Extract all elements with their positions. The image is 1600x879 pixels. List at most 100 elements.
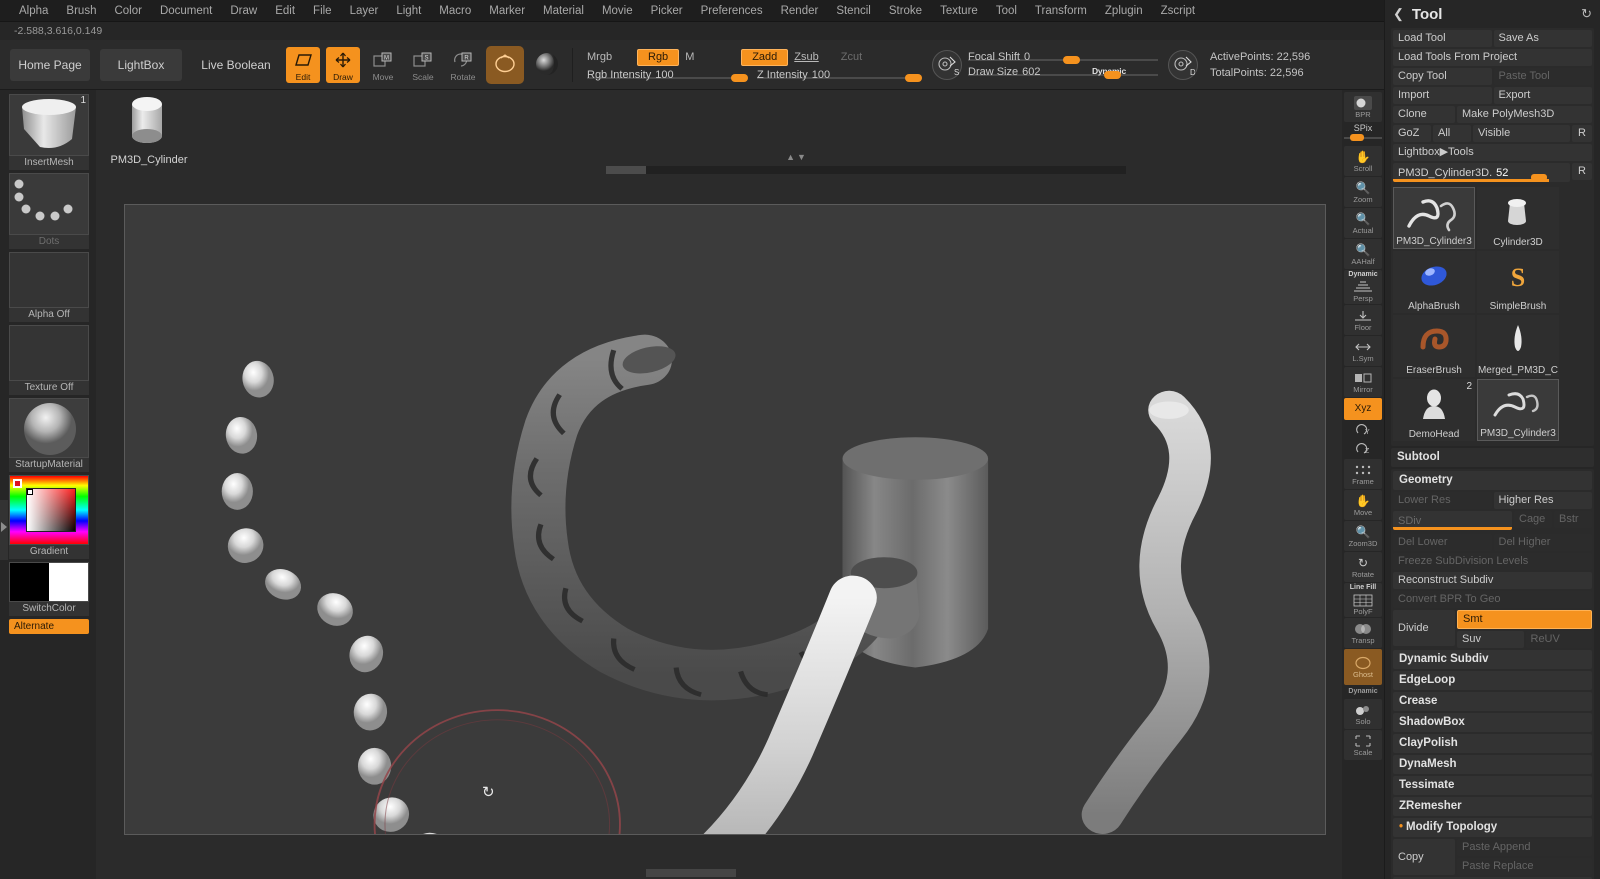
rotate-mode-button[interactable]: R Rotate: [446, 47, 480, 83]
menu-item-picker[interactable]: Picker: [642, 0, 692, 22]
menu-item-document[interactable]: Document: [151, 0, 221, 22]
tool-item-r-button[interactable]: R: [1572, 163, 1592, 180]
insertmesh-thumb[interactable]: 1: [9, 94, 89, 156]
z-intensity-slider[interactable]: Z Intensity 100: [757, 69, 922, 81]
y-axis-button[interactable]: Y: [1344, 421, 1382, 439]
alternate-button[interactable]: Alternate: [9, 619, 89, 634]
menu-item-stencil[interactable]: Stencil: [827, 0, 880, 22]
local-sym-button[interactable]: L.Sym: [1344, 336, 1382, 366]
dynamic-d-icon[interactable]: D: [1168, 50, 1198, 80]
freeze-subdivision-levels-button[interactable]: Freeze SubDivision Levels: [1393, 553, 1592, 570]
document-bottom-scroll-thumb[interactable]: [646, 869, 736, 877]
texture-thumb[interactable]: [9, 325, 89, 381]
import-button[interactable]: Import: [1393, 87, 1492, 104]
draw-size-slider[interactable]: Draw Size 602 Dynamic: [968, 66, 1158, 78]
color-sv-square[interactable]: [26, 488, 76, 532]
nav-up-icon[interactable]: ▲: [786, 152, 795, 162]
menu-item-brush[interactable]: Brush: [57, 0, 105, 22]
smt-button[interactable]: Smt: [1457, 610, 1592, 629]
tool-thumb-eraserbrush[interactable]: EraserBrush: [1393, 315, 1475, 377]
make-polymesh3d-button[interactable]: Make PolyMesh3D: [1457, 106, 1592, 123]
menu-item-zplugin[interactable]: Zplugin: [1096, 0, 1152, 22]
menu-item-marker[interactable]: Marker: [480, 0, 534, 22]
zoom3d-button[interactable]: 🔍 Zoom3D: [1344, 521, 1382, 551]
persp-button[interactable]: Dynamic Persp: [1344, 270, 1382, 304]
stroke-slot[interactable]: Dots: [9, 173, 89, 249]
focal-s-icon[interactable]: S: [932, 50, 962, 80]
lower-res-button[interactable]: Lower Res: [1393, 492, 1492, 509]
document-canvas[interactable]: ↻: [124, 204, 1326, 835]
tool-thumb-cylinder3d[interactable]: Cylinder3D: [1477, 187, 1559, 249]
reset-icon[interactable]: ↻: [1581, 6, 1592, 22]
document-top-scroll-thumb[interactable]: [606, 166, 646, 174]
switchcolor-slot[interactable]: SwitchColor: [9, 562, 89, 616]
move3d-button[interactable]: ✋ Move: [1344, 490, 1382, 520]
white-swatch[interactable]: [49, 563, 88, 601]
tool-thumb-pm3d-cylinder3-1[interactable]: PM3D_Cylinder3: [1393, 187, 1475, 249]
load-tool-button[interactable]: Load Tool: [1393, 30, 1492, 47]
solo-button[interactable]: Solo: [1344, 699, 1382, 729]
dynamesh-section[interactable]: DynaMesh: [1393, 755, 1592, 774]
goz-all-button[interactable]: All: [1433, 125, 1471, 142]
save-as-button[interactable]: Save As: [1494, 30, 1593, 47]
menu-item-light[interactable]: Light: [387, 0, 430, 22]
black-swatch[interactable]: [10, 563, 49, 601]
divide-button[interactable]: Divide: [1393, 610, 1455, 646]
tool-thumb-alphabrush[interactable]: AlphaBrush: [1393, 251, 1475, 313]
cylinder-thumb[interactable]: [116, 90, 178, 152]
aahalf-button[interactable]: 🔍 AAHalf: [1344, 239, 1382, 269]
current-brush-preview[interactable]: [486, 46, 524, 84]
rgb-button[interactable]: Rgb: [637, 49, 679, 66]
mirror-button[interactable]: Mirror: [1344, 367, 1382, 397]
rotate3d-button[interactable]: ↻ Rotate: [1344, 552, 1382, 582]
menu-item-macro[interactable]: Macro: [430, 0, 480, 22]
load-tools-from-project-button[interactable]: Load Tools From Project: [1393, 49, 1592, 66]
goz-visible-button[interactable]: Visible: [1473, 125, 1570, 142]
rgb-intensity-slider[interactable]: Rgb Intensity 100: [587, 69, 747, 81]
nav-down-icon[interactable]: ▼: [797, 152, 806, 162]
suv-button[interactable]: Suv: [1457, 631, 1524, 648]
spix-slider-track[interactable]: [1344, 132, 1382, 144]
left-panel-collapse-handle[interactable]: [0, 500, 8, 560]
paste-tool-button[interactable]: Paste Tool: [1494, 68, 1593, 85]
focal-shift-slider[interactable]: Focal Shift 0: [968, 51, 1158, 63]
material-sphere-thumb[interactable]: [9, 398, 89, 458]
goz-button[interactable]: GoZ: [1393, 125, 1431, 142]
z-intensity-knob[interactable]: [905, 74, 922, 82]
goz-r-button[interactable]: R: [1572, 125, 1592, 142]
convert-bpr-to-geo-button[interactable]: Convert BPR To Geo: [1393, 591, 1592, 608]
black-white-swatch[interactable]: [9, 562, 89, 602]
polyframe-button[interactable]: Line Fill PolyF: [1344, 583, 1382, 617]
menu-item-tool[interactable]: Tool: [987, 0, 1026, 22]
del-higher-button[interactable]: Del Higher: [1494, 534, 1593, 551]
paste-append-button[interactable]: Paste Append: [1457, 839, 1592, 856]
tool-thumb-demohead[interactable]: 2 DemoHead: [1393, 379, 1475, 441]
edit-mode-button[interactable]: Edit: [286, 47, 320, 83]
clone-button[interactable]: Clone: [1393, 106, 1455, 123]
mrgb-button[interactable]: Mrgb: [587, 51, 631, 63]
actual-button[interactable]: 🔍 Actual: [1344, 208, 1382, 238]
color-picker[interactable]: [9, 475, 89, 545]
xyz-button[interactable]: Xyz: [1344, 398, 1382, 420]
menu-item-material[interactable]: Material: [534, 0, 593, 22]
shadowbox-section[interactable]: ShadowBox: [1393, 713, 1592, 732]
sdiv-slider[interactable]: SDiv: [1393, 511, 1512, 530]
higher-res-button[interactable]: Higher Res: [1494, 492, 1593, 509]
floor-button[interactable]: Floor: [1344, 305, 1382, 335]
copy-tool-button[interactable]: Copy Tool: [1393, 68, 1492, 85]
menu-item-color[interactable]: Color: [105, 0, 150, 22]
home-page-button[interactable]: Home Page: [10, 49, 90, 81]
document-bottom-scrollbar[interactable]: [96, 869, 1354, 877]
export-button[interactable]: Export: [1494, 87, 1593, 104]
rgb-intensity-knob[interactable]: [731, 74, 748, 82]
draw-size-knob[interactable]: [1104, 71, 1121, 79]
back-chevron-icon[interactable]: ❮: [1393, 6, 1404, 22]
zsub-button[interactable]: Zsub: [794, 51, 818, 63]
modify-topology-section[interactable]: •Modify Topology: [1393, 818, 1592, 837]
move-mode-button[interactable]: M Move: [366, 47, 400, 83]
menu-item-texture[interactable]: Texture: [931, 0, 987, 22]
menu-item-edit[interactable]: Edit: [266, 0, 304, 22]
spix-knob[interactable]: [1350, 134, 1364, 141]
del-lower-button[interactable]: Del Lower: [1393, 534, 1492, 551]
lightbox-button[interactable]: LightBox: [100, 49, 182, 81]
